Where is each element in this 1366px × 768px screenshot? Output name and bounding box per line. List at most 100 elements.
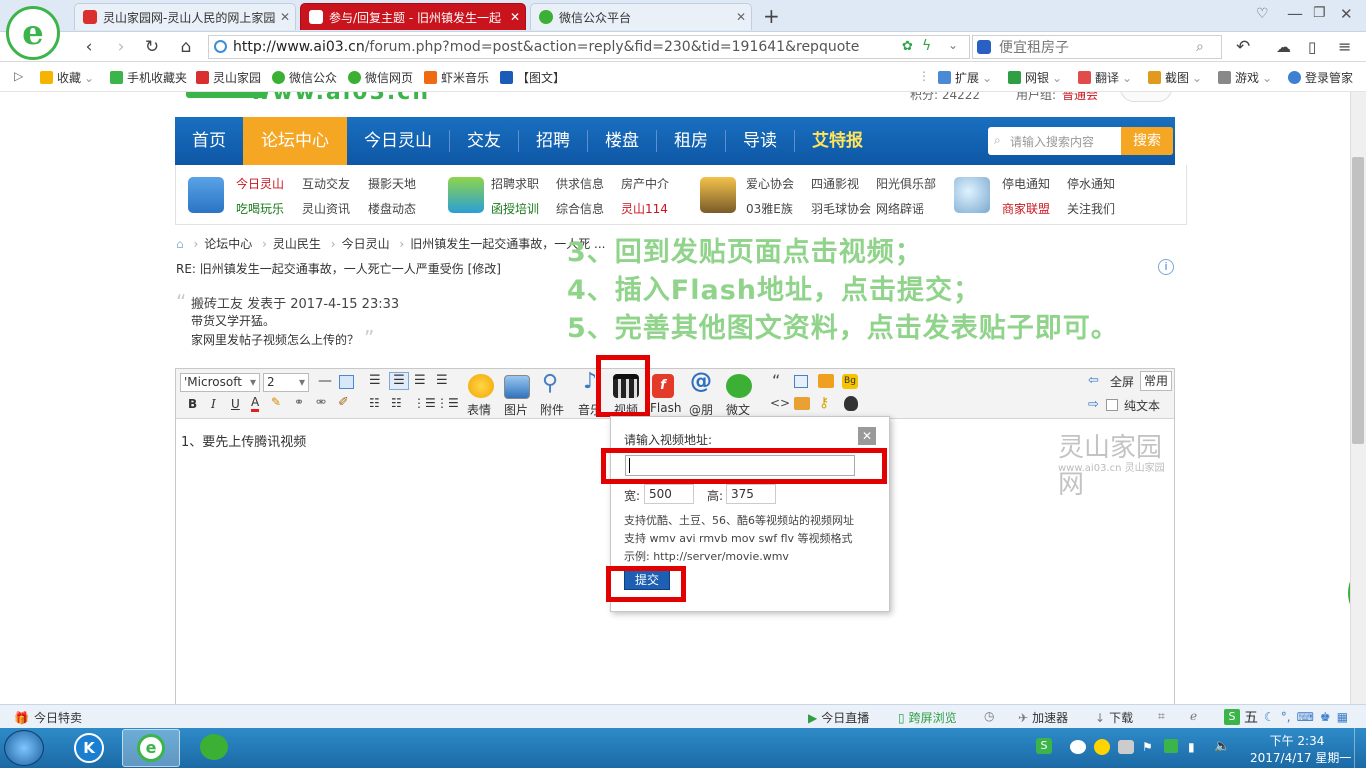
- subnav-link[interactable]: 函授培训: [491, 200, 556, 217]
- browser-logo-icon[interactable]: e: [6, 6, 60, 60]
- free-box-icon[interactable]: [794, 375, 808, 388]
- quote-icon[interactable]: “: [772, 371, 780, 390]
- nav-guide[interactable]: 导读: [726, 117, 794, 165]
- tray-sogou-icon[interactable]: S: [1036, 738, 1052, 754]
- search-icon[interactable]: ⌕: [1196, 39, 1204, 55]
- nav-jobs[interactable]: 招聘: [519, 117, 587, 165]
- scrollbar-thumb[interactable]: [1352, 157, 1364, 444]
- volume-icon[interactable]: 🔈: [1214, 739, 1230, 754]
- code-icon[interactable]: <>: [770, 396, 790, 410]
- home-icon[interactable]: ⌂: [176, 237, 184, 251]
- clock-time[interactable]: 下午 2:34: [1250, 732, 1344, 749]
- emoji-button-label[interactable]: 表情: [467, 401, 491, 418]
- subnav-link[interactable]: 房产中介: [621, 175, 686, 192]
- underline-icon[interactable]: U: [231, 397, 240, 411]
- qq-icon[interactable]: [844, 396, 858, 411]
- bookmark-tuwen[interactable]: 【图文】: [500, 69, 565, 86]
- close-window-icon[interactable]: ✕: [1340, 5, 1353, 23]
- width-input[interactable]: 500: [644, 484, 694, 504]
- highlight-icon[interactable]: ✎: [271, 395, 281, 409]
- site-info-icon[interactable]: [214, 40, 227, 53]
- start-button[interactable]: [4, 730, 44, 766]
- flash-icon[interactable]: f: [652, 374, 674, 398]
- tab-reply-topic[interactable]: 参与/回复主题 - 旧州镇发生一起 ✕: [300, 3, 526, 30]
- nav-dating[interactable]: 交友: [450, 117, 518, 165]
- fullscreen-button[interactable]: 全屏: [1110, 373, 1134, 390]
- paperclip-icon[interactable]: ⚲: [542, 371, 558, 396]
- bg-icon[interactable]: Bg: [842, 374, 858, 389]
- cloud-icon[interactable]: ☁: [1276, 38, 1291, 56]
- indent-icon[interactable]: ☷: [369, 396, 380, 410]
- italic-icon[interactable]: I: [211, 397, 216, 411]
- tray-network-icon[interactable]: ▮: [1188, 740, 1195, 754]
- subnav-link[interactable]: 阳光俱乐部: [876, 175, 946, 192]
- font-select[interactable]: 'Microsoft ▾: [180, 373, 260, 392]
- tray-weixin-icon[interactable]: [1070, 740, 1086, 754]
- subnav-link[interactable]: 关注我们: [1067, 200, 1132, 217]
- taskbar-weixin[interactable]: [186, 729, 244, 767]
- maximize-icon[interactable]: ❐: [1313, 5, 1326, 21]
- tray-security-icon[interactable]: [1164, 739, 1178, 753]
- toolbar-extensions[interactable]: 扩展 ⌄: [938, 69, 992, 86]
- toolbar-screenshot[interactable]: 截图 ⌄: [1148, 69, 1202, 86]
- more-icon[interactable]: ⋮: [918, 69, 930, 83]
- justify-icon[interactable]: ☰: [436, 373, 448, 388]
- bookmark-lingshan[interactable]: 灵山家园: [196, 69, 261, 86]
- music-icon[interactable]: ♪: [583, 369, 597, 394]
- align-left-icon[interactable]: ☰: [369, 373, 381, 388]
- subnav-link[interactable]: 03雅E族: [746, 200, 811, 217]
- subnav-link[interactable]: 综合信息: [556, 200, 621, 217]
- subnav-link[interactable]: 供求信息: [556, 175, 621, 192]
- bold-icon[interactable]: B: [188, 397, 197, 411]
- unlink-icon[interactable]: ⚮: [316, 395, 326, 409]
- info-icon[interactable]: i: [1158, 259, 1174, 275]
- subnav-link[interactable]: 吃喝玩乐: [236, 200, 302, 217]
- editor-body-text[interactable]: 1、要先上传腾讯视频: [181, 431, 306, 450]
- address-input[interactable]: http://www.ai03.cn/forum.php?mod=post&ac…: [208, 35, 970, 59]
- ordered-list-icon[interactable]: ⋮☰: [413, 396, 436, 410]
- status-cross-screen[interactable]: ▯ 跨屏浏览: [898, 709, 957, 726]
- unordered-list-icon[interactable]: ⋮☰: [436, 396, 459, 410]
- breadcrumb-item[interactable]: 今日灵山: [342, 237, 390, 251]
- tray-device-icon[interactable]: [1118, 740, 1134, 754]
- subnav-link[interactable]: 停水通知: [1067, 175, 1132, 192]
- plaintext-checkbox[interactable]: [1106, 399, 1118, 411]
- horizontal-line-icon[interactable]: —: [318, 373, 332, 389]
- subnav-link[interactable]: 羽毛球协会: [811, 200, 876, 217]
- nav-today-lingshan[interactable]: 今日灵山: [347, 117, 449, 165]
- bookmark-favorites[interactable]: 收藏 ⌄: [40, 69, 94, 86]
- toolbar-translate[interactable]: 翻译 ⌄: [1078, 69, 1132, 86]
- site-search-button[interactable]: 搜索: [1121, 127, 1173, 155]
- status-accelerator[interactable]: ✈ 加速器: [1018, 709, 1068, 726]
- subnav-link[interactable]: 灵山资讯: [302, 200, 368, 217]
- key-icon[interactable]: ⚷: [819, 395, 829, 411]
- subnav-link[interactable]: 楼盘动态: [368, 200, 434, 217]
- align-right-icon[interactable]: ☰: [414, 373, 426, 388]
- show-desktop-button[interactable]: [1354, 728, 1366, 768]
- taskbar-browser[interactable]: e: [122, 729, 180, 767]
- subnav-link[interactable]: 四通影视: [811, 175, 876, 192]
- avatar[interactable]: [1120, 92, 1172, 102]
- undo-icon[interactable]: ↶: [1236, 37, 1250, 57]
- nav-aite-news[interactable]: 艾特报: [795, 117, 880, 165]
- subnav-link[interactable]: 摄影天地: [368, 175, 434, 192]
- emoji-icon[interactable]: [468, 374, 494, 398]
- minimize-icon[interactable]: —: [1287, 4, 1303, 23]
- close-icon[interactable]: ✕: [858, 427, 876, 445]
- skin-icon[interactable]: ♡: [1256, 6, 1269, 22]
- nav-home[interactable]: 首页: [175, 117, 243, 165]
- size-select[interactable]: 2 ▾: [263, 373, 309, 392]
- module-icon[interactable]: [818, 374, 834, 388]
- at-icon[interactable]: @: [690, 369, 712, 394]
- ie-icon[interactable]: ℯ: [1190, 709, 1197, 723]
- subnav-link[interactable]: 爱心协会: [746, 175, 811, 192]
- outdent-icon[interactable]: ☷: [391, 396, 402, 410]
- subnav-link[interactable]: 今日灵山: [236, 175, 302, 192]
- weixin-icon[interactable]: [726, 374, 752, 398]
- align-center-icon[interactable]: ☰: [389, 372, 409, 390]
- tray-add-icon[interactable]: [1094, 739, 1110, 755]
- toolbar-games[interactable]: 游戏 ⌄: [1218, 69, 1272, 86]
- nav-rent[interactable]: 租房: [657, 117, 725, 165]
- status-live[interactable]: ▶ 今日直播: [808, 709, 869, 726]
- image-button-label[interactable]: 图片: [504, 401, 528, 418]
